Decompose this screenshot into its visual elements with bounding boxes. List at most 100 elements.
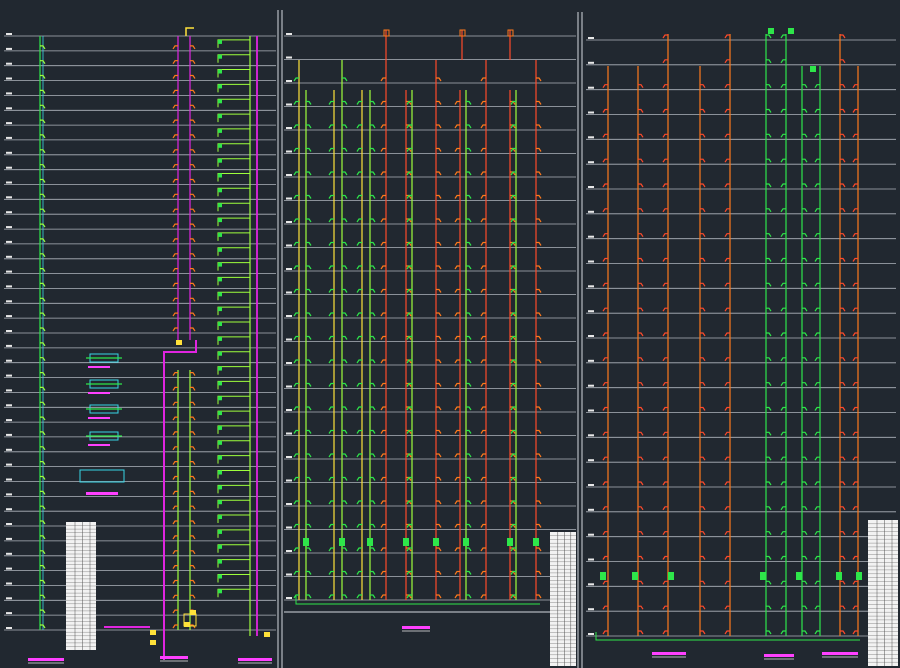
cad-drawing-canvas[interactable] — [0, 0, 900, 668]
elevation-mark — [6, 62, 12, 65]
valve-fitting — [218, 188, 222, 193]
elevation-mark — [286, 362, 292, 364]
valve-fitting — [836, 572, 842, 580]
valve-fitting — [218, 262, 222, 267]
elevation-mark — [588, 558, 594, 561]
valve-fitting — [218, 247, 222, 252]
elevation-mark — [6, 47, 12, 50]
valve-fitting — [218, 203, 222, 208]
elevation-mark — [588, 111, 594, 114]
valve-fitting — [433, 538, 439, 546]
elevation-mark — [588, 384, 594, 387]
elevation-mark — [286, 456, 292, 458]
elevation-mark — [286, 503, 292, 505]
elevation-mark — [286, 432, 292, 435]
elevation-mark — [588, 359, 594, 362]
roof-valve — [788, 28, 794, 34]
elevation-mark — [6, 196, 12, 199]
elevation-mark — [286, 174, 292, 176]
valve-fitting — [218, 128, 222, 133]
elevation-mark — [6, 537, 12, 540]
elevation-mark — [6, 448, 12, 451]
elevation-mark — [286, 244, 292, 247]
elevation-mark — [588, 285, 594, 288]
elevation-mark — [286, 526, 292, 529]
elevation-mark — [588, 86, 594, 89]
elevation-mark — [588, 533, 594, 536]
valve-fitting — [218, 425, 222, 430]
elevation-mark — [6, 92, 12, 95]
valve-fitting — [218, 559, 222, 564]
valve-fitting — [507, 538, 513, 546]
valve-fitting — [218, 411, 222, 416]
pump-fitting — [264, 632, 270, 637]
elevation-mark — [286, 197, 292, 200]
valve-fitting — [218, 544, 222, 549]
elevation-mark — [6, 211, 12, 214]
elevation-mark — [6, 107, 12, 110]
sheet-title-text — [238, 658, 272, 661]
elevation-mark — [588, 608, 594, 611]
valve-fitting — [218, 589, 222, 594]
valve-fitting — [218, 366, 222, 371]
elevation-mark — [286, 56, 292, 59]
elevation-mark — [588, 136, 594, 139]
sheet-title-text — [402, 626, 430, 629]
valve-fitting — [668, 572, 674, 580]
pump-fitting — [150, 640, 156, 645]
valve-fitting — [218, 277, 222, 282]
elevation-mark — [286, 33, 292, 35]
legend-caption — [88, 417, 110, 419]
valve-fitting — [218, 529, 222, 534]
valve-fitting — [218, 39, 222, 44]
elevation-mark — [6, 389, 12, 392]
elevation-mark — [286, 597, 292, 599]
valve-fitting — [218, 143, 222, 148]
valve-fitting — [218, 173, 222, 178]
roof-valve — [768, 28, 774, 34]
elevation-mark — [6, 374, 12, 377]
roof-valve — [810, 66, 816, 72]
valve-fitting — [218, 351, 222, 356]
elevation-mark — [588, 508, 594, 511]
elevation-mark — [6, 582, 12, 585]
elevation-mark — [588, 310, 594, 313]
drawing-background — [0, 0, 900, 668]
sheet-title-text — [822, 652, 858, 655]
elevation-mark — [588, 186, 594, 188]
elevation-mark — [6, 255, 12, 258]
valve-fitting — [218, 322, 222, 326]
elevation-mark — [6, 419, 12, 422]
elevation-mark — [588, 61, 594, 64]
elevation-mark — [6, 612, 12, 615]
elevation-mark — [6, 240, 12, 243]
valve-fitting — [218, 69, 222, 74]
sheet-title-text — [28, 658, 64, 661]
elevation-mark — [6, 315, 12, 318]
elevation-mark — [286, 573, 292, 576]
elevation-mark — [286, 221, 292, 223]
elevation-mark — [286, 479, 292, 482]
elevation-mark — [6, 270, 12, 273]
valve-fitting — [218, 455, 222, 460]
valve-fitting — [463, 538, 469, 546]
elevation-mark — [286, 385, 292, 388]
elevation-mark — [6, 122, 12, 125]
elevation-mark — [286, 315, 292, 317]
elevation-mark — [6, 77, 12, 80]
sheet-title-text — [764, 654, 794, 657]
elevation-mark — [286, 80, 292, 82]
elevation-mark — [286, 291, 292, 294]
elevation-mark — [6, 404, 12, 407]
elevation-mark — [6, 493, 12, 496]
valve-fitting — [218, 396, 222, 401]
valve-fitting — [796, 572, 802, 580]
pump-fitting — [176, 340, 182, 345]
elevation-mark — [6, 226, 12, 229]
elevation-mark — [6, 567, 12, 570]
elevation-mark — [588, 37, 594, 39]
legend-caption — [86, 492, 118, 495]
elevation-mark — [588, 260, 594, 263]
elevation-mark — [6, 300, 12, 303]
valve-fitting — [533, 538, 539, 546]
